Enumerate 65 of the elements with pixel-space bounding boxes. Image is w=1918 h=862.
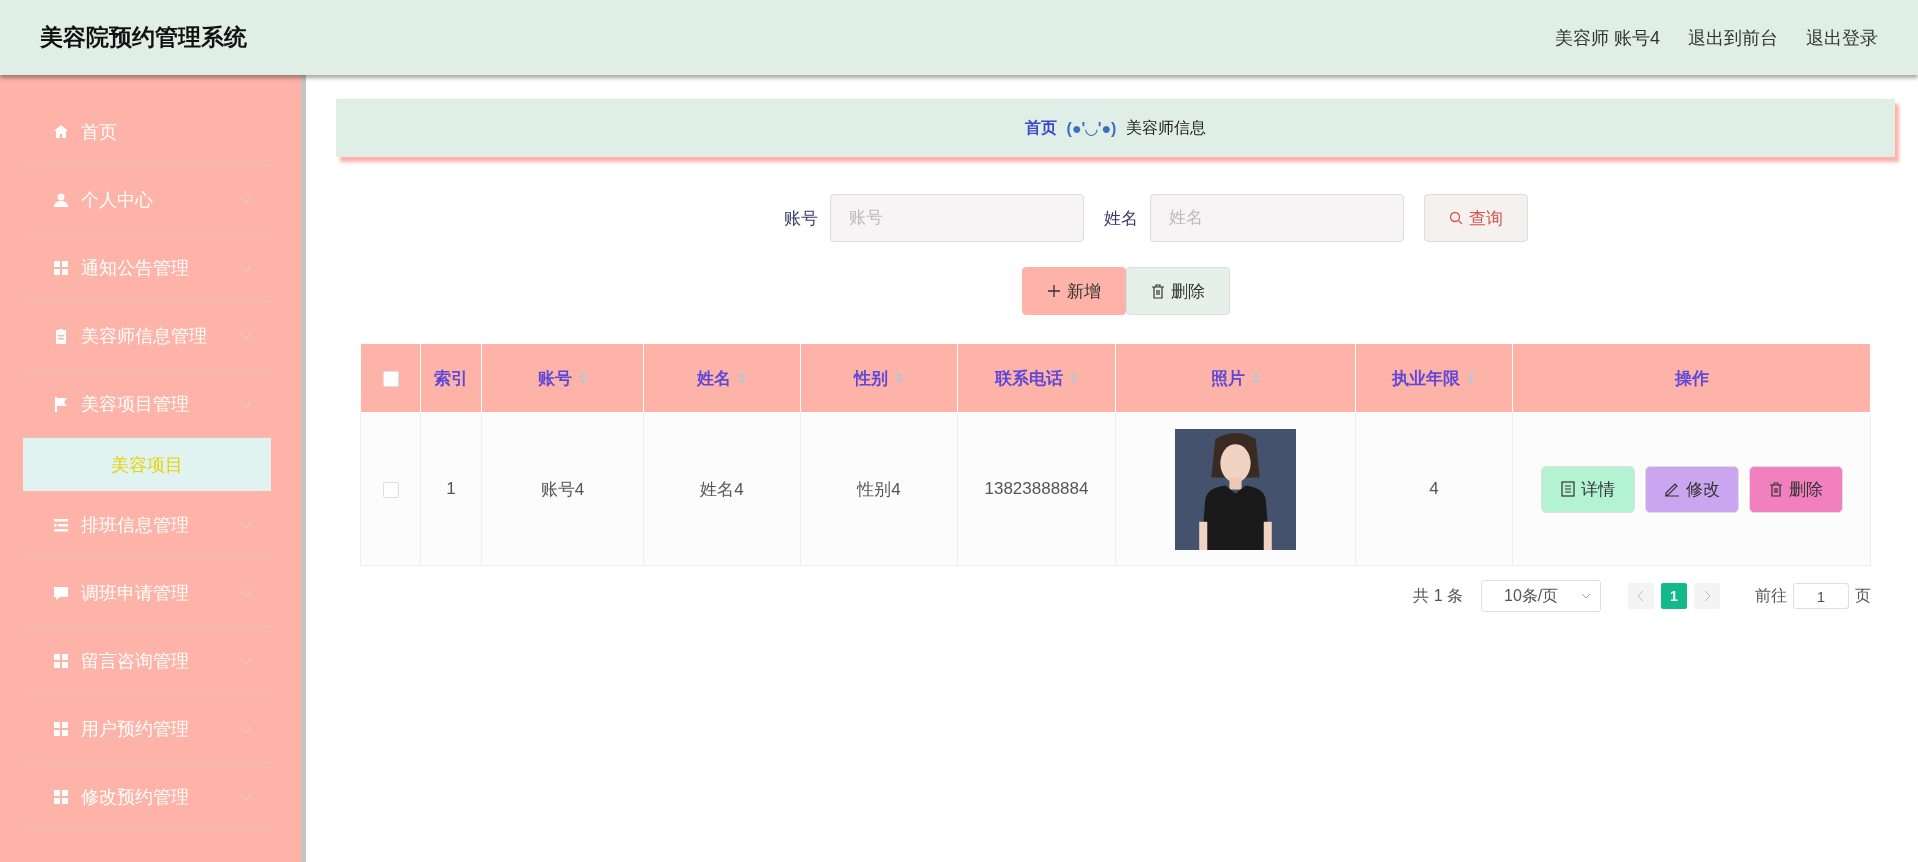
- app-title: 美容院预约管理系统: [40, 23, 247, 52]
- page-suffix: 页: [1855, 585, 1871, 606]
- query-button[interactable]: 查询: [1423, 194, 1528, 242]
- column-header[interactable]: 账号: [481, 343, 644, 413]
- breadcrumb-current: 美容师信息: [1126, 117, 1207, 138]
- select-all-checkbox[interactable]: [382, 370, 399, 387]
- chat-bubble-icon: [53, 584, 69, 601]
- delete-button[interactable]: 删除: [1125, 267, 1230, 315]
- column-header[interactable]: 照片: [1115, 343, 1356, 413]
- column-header[interactable]: 操作: [1512, 343, 1871, 413]
- field-label: 账号: [783, 207, 818, 230]
- search-field[interactable]: 姓名: [1149, 194, 1404, 242]
- page-number[interactable]: 1: [1661, 583, 1687, 609]
- table-cell: 4: [1355, 412, 1513, 566]
- home-icon: [53, 123, 69, 140]
- breadcrumb-link[interactable]: 首页: [1024, 117, 1057, 139]
- row-checkbox[interactable]: [382, 481, 399, 498]
- table-cell: 1: [420, 412, 482, 566]
- grid-icon: [53, 259, 69, 276]
- plus-icon: [1046, 284, 1061, 298]
- table-cell: 性别4: [800, 412, 958, 566]
- column-header[interactable]: 姓名: [643, 343, 801, 413]
- chevron-right-icon: [1702, 590, 1712, 602]
- breadcrumb-separator: (●'◡'●): [1066, 118, 1117, 138]
- sort-icon[interactable]: [737, 371, 747, 385]
- add-button[interactable]: 新增: [1021, 267, 1126, 315]
- edit-button[interactable]: 修改: [1644, 465, 1739, 513]
- pencil-icon: [1663, 481, 1680, 497]
- delete-button[interactable]: 删除: [1748, 465, 1843, 513]
- header-link[interactable]: 退出登录: [1806, 25, 1878, 50]
- sort-icon[interactable]: [894, 371, 904, 385]
- column-header[interactable]: 联系电话: [957, 343, 1116, 413]
- page-input[interactable]: 1: [1793, 583, 1849, 609]
- user-icon: [53, 191, 69, 208]
- detail-button[interactable]: 详情: [1540, 465, 1635, 513]
- total-count: 共 1 条: [1413, 585, 1463, 606]
- field-label: 姓名: [1103, 207, 1138, 230]
- next-page-button[interactable]: [1694, 583, 1720, 609]
- table-cell: 姓名4: [643, 412, 801, 566]
- sort-icon[interactable]: [1466, 371, 1476, 385]
- sort-icon[interactable]: [577, 371, 588, 385]
- list-icon: [53, 516, 69, 533]
- search-field[interactable]: 账号: [829, 194, 1084, 242]
- column-header[interactable]: 执业年限: [1355, 343, 1513, 413]
- table-cell: 账号4: [481, 412, 644, 566]
- sort-icon[interactable]: [1068, 371, 1079, 385]
- prev-page-button[interactable]: [1628, 583, 1654, 609]
- search-icon: [1448, 211, 1463, 225]
- clipboard-icon: [53, 327, 69, 344]
- header-link[interactable]: 退出到前台: [1688, 25, 1778, 50]
- grid-icon: [53, 788, 69, 805]
- header-link[interactable]: 美容师 账号4: [1555, 25, 1660, 50]
- page-size-select[interactable]: 10条/页: [1481, 580, 1601, 612]
- goto-label: 前往: [1755, 585, 1787, 606]
- grid-icon: [53, 652, 69, 669]
- grid-icon: [53, 720, 69, 737]
- trash-icon: [1768, 481, 1783, 497]
- trash-icon: [1150, 283, 1165, 299]
- chevron-left-icon: [1636, 590, 1646, 602]
- sort-icon[interactable]: [1250, 371, 1261, 385]
- table-cell: 13823888884: [957, 412, 1116, 566]
- document-icon: [1560, 481, 1575, 497]
- flag-icon: [53, 395, 69, 412]
- column-header[interactable]: 性别: [800, 343, 958, 413]
- column-header[interactable]: 索引: [420, 343, 482, 413]
